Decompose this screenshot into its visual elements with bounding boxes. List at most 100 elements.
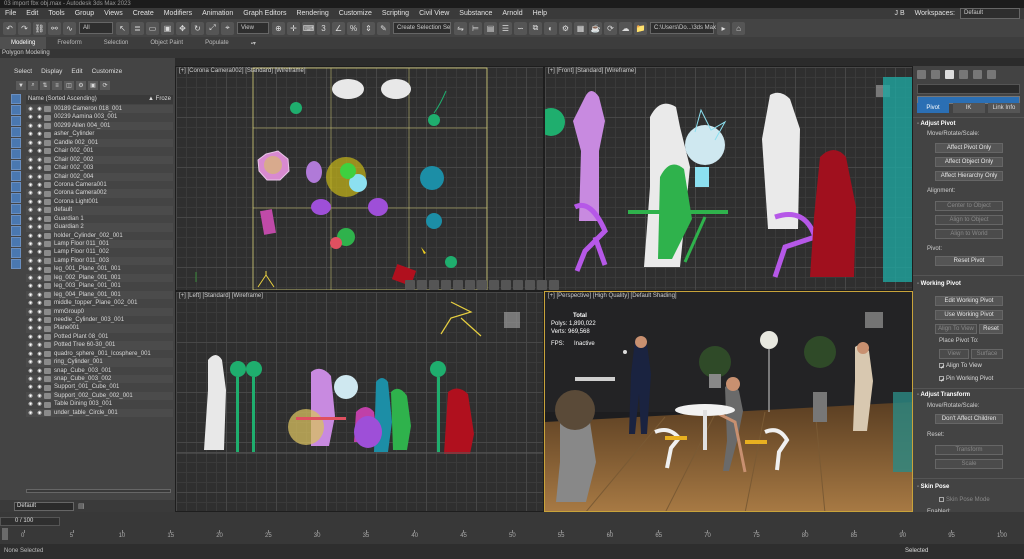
display-spacewarps-icon[interactable] [11, 149, 21, 159]
menu-scripting[interactable]: Scripting [377, 10, 414, 17]
display-geometry-icon[interactable] [11, 94, 21, 104]
visibility-eye-icon[interactable]: ◉ [26, 122, 35, 130]
menu-civil-view[interactable]: Civil View [414, 10, 454, 17]
mini-tool-9-icon[interactable] [501, 280, 511, 290]
explorer-filter-icon[interactable]: ▼ [16, 81, 26, 90]
scene-list-item[interactable]: ◉ ◉ asher_Cylinder [26, 130, 173, 138]
render-eye-icon[interactable]: ◉ [35, 400, 44, 408]
bind-space-warp-icon[interactable]: ∿ [63, 21, 76, 35]
visibility-eye-icon[interactable]: ◉ [26, 341, 35, 349]
skin-pose-header[interactable]: Skin Pose [917, 484, 1020, 490]
unlink-icon[interactable]: ⚯ [48, 21, 61, 35]
visibility-eye-icon[interactable]: ◉ [26, 189, 35, 197]
align-to-object-button[interactable]: Align to Object [935, 215, 1003, 225]
edit-named-sel-icon[interactable]: ✎ [377, 21, 390, 35]
render-eye-icon[interactable]: ◉ [35, 409, 44, 417]
mini-tool-7-icon[interactable] [477, 280, 487, 290]
scene-list-item[interactable]: ◉ ◉ under_table_Circle_001 [26, 408, 173, 418]
rendered-frame-icon[interactable]: ▦ [574, 21, 587, 35]
mini-tool-4-icon[interactable] [441, 280, 451, 290]
mini-tool-3-icon[interactable] [429, 280, 439, 290]
home-icon[interactable]: ⌂ [732, 21, 745, 35]
explorer-sort-icon[interactable]: ⇅ [40, 81, 50, 90]
render-eye-icon[interactable]: ◉ [35, 341, 44, 349]
curve-editor-icon[interactable]: ∽ [514, 21, 527, 35]
visibility-eye-icon[interactable]: ◉ [26, 232, 35, 240]
object-name-field[interactable] [917, 84, 1020, 94]
menu-arnold[interactable]: Arnold [497, 10, 527, 17]
ribbon-tab-modeling[interactable]: Modeling [0, 37, 47, 49]
percent-snap-icon[interactable]: % [347, 21, 360, 35]
render-eye-icon[interactable]: ◉ [35, 367, 44, 375]
place-icon[interactable]: ⌖ [221, 21, 234, 35]
visibility-eye-icon[interactable]: ◉ [26, 156, 35, 164]
visibility-eye-icon[interactable]: ◉ [26, 248, 35, 256]
skin-pose-mode-checkbox[interactable]: Skin Pose Mode [939, 497, 990, 503]
explorer-display-icon[interactable]: ◫ [64, 81, 74, 90]
adjust-pivot-header[interactable]: Adjust Pivot [917, 121, 1020, 127]
visibility-eye-icon[interactable]: ◉ [26, 358, 35, 366]
render-eye-icon[interactable]: ◉ [35, 282, 44, 290]
visibility-eye-icon[interactable]: ◉ [26, 409, 35, 417]
render-eye-icon[interactable]: ◉ [35, 139, 44, 147]
render-eye-icon[interactable]: ◉ [35, 291, 44, 299]
display-hidden-icon[interactable] [11, 215, 21, 225]
mini-tool-8-icon[interactable] [489, 280, 499, 290]
visibility-eye-icon[interactable]: ◉ [26, 198, 35, 206]
menu-graph-editors[interactable]: Graph Editors [238, 10, 291, 17]
menu-group[interactable]: Group [70, 10, 99, 17]
visibility-eye-icon[interactable]: ◉ [26, 105, 35, 113]
dont-affect-children-button[interactable]: Don't Affect Children [935, 414, 1003, 424]
render-eye-icon[interactable]: ◉ [35, 375, 44, 383]
render-eye-icon[interactable]: ◉ [35, 164, 44, 172]
place-surface-button[interactable]: Surface [971, 349, 1003, 359]
display-children-icon[interactable] [11, 259, 21, 269]
display-shapes-icon[interactable] [11, 105, 21, 115]
display-tab-icon[interactable] [973, 70, 982, 79]
reset-working-pivot-button[interactable]: Reset [979, 324, 1003, 334]
scale-icon[interactable]: ⤢ [206, 21, 219, 35]
reset-pivot-button[interactable]: Reset Pivot [935, 256, 1003, 266]
render-eye-icon[interactable]: ◉ [35, 324, 44, 332]
render-eye-icon[interactable]: ◉ [35, 308, 44, 316]
ribbon-tab-populate[interactable]: Populate [194, 40, 240, 46]
visibility-eye-icon[interactable]: ◉ [26, 367, 35, 375]
scene-list-item[interactable]: ◉ ◉ leg_003_Plane_001_001 [26, 282, 173, 290]
hierarchy-tab-icon[interactable] [945, 70, 954, 79]
redo-icon[interactable]: ↷ [18, 21, 31, 35]
link-icon[interactable]: ⛓ [33, 21, 46, 35]
scene-list-item[interactable]: ◉ ◉ leg_004_Plane_001_001 [26, 290, 173, 300]
mini-tool-2-icon[interactable] [417, 280, 427, 290]
mini-tool-1-icon[interactable] [405, 280, 415, 290]
material-editor-icon[interactable]: ◐ [544, 21, 557, 35]
visibility-eye-icon[interactable]: ◉ [26, 164, 35, 172]
menu-create[interactable]: Create [128, 10, 159, 17]
select-object-icon[interactable]: ↖ [116, 21, 129, 35]
menu-substance[interactable]: Substance [454, 10, 497, 17]
keyboard-shortcut-icon[interactable]: ⌨ [302, 21, 315, 35]
render-eye-icon[interactable]: ◉ [35, 189, 44, 197]
render-eye-icon[interactable]: ◉ [35, 274, 44, 282]
ref-coord-select[interactable]: View [237, 22, 269, 34]
render-eye-icon[interactable]: ◉ [35, 181, 44, 189]
viewport-front[interactable]: [+] [Front] [Standard] [Wireframe] [544, 66, 913, 291]
viewport-left[interactable]: [+] [Left] [Standard] [Wireframe] [175, 291, 544, 512]
mini-tool-10-icon[interactable] [513, 280, 523, 290]
scene-list-item[interactable]: ◉ ◉ Corona Camera001 [26, 181, 173, 189]
named-selection-set[interactable]: Create Selection Se [393, 22, 451, 34]
menu-customize[interactable]: Customize [334, 10, 377, 17]
explorer-menu-display[interactable]: Display [41, 68, 62, 75]
window-crossing-icon[interactable]: ▣ [161, 21, 174, 35]
scene-list-item[interactable]: ◉ ◉ Lamp Floor 011_001 [26, 240, 173, 249]
explorer-menu-customize[interactable]: Customize [92, 68, 123, 75]
place-view-button[interactable]: View [939, 349, 969, 359]
menu-help[interactable]: Help [528, 10, 552, 17]
visibility-eye-icon[interactable]: ◉ [26, 324, 35, 332]
explorer-search-icon[interactable]: ⌕ [28, 81, 38, 90]
menu-rendering[interactable]: Rendering [291, 10, 333, 17]
move-icon[interactable]: ✥ [176, 21, 189, 35]
select-by-name-icon[interactable]: ≣ [131, 21, 144, 35]
visibility-eye-icon[interactable]: ◉ [26, 240, 35, 248]
scene-list-item[interactable]: ◉ ◉ Potted Plant 08_001 [26, 333, 173, 341]
explorer-menu-edit[interactable]: Edit [71, 68, 82, 75]
